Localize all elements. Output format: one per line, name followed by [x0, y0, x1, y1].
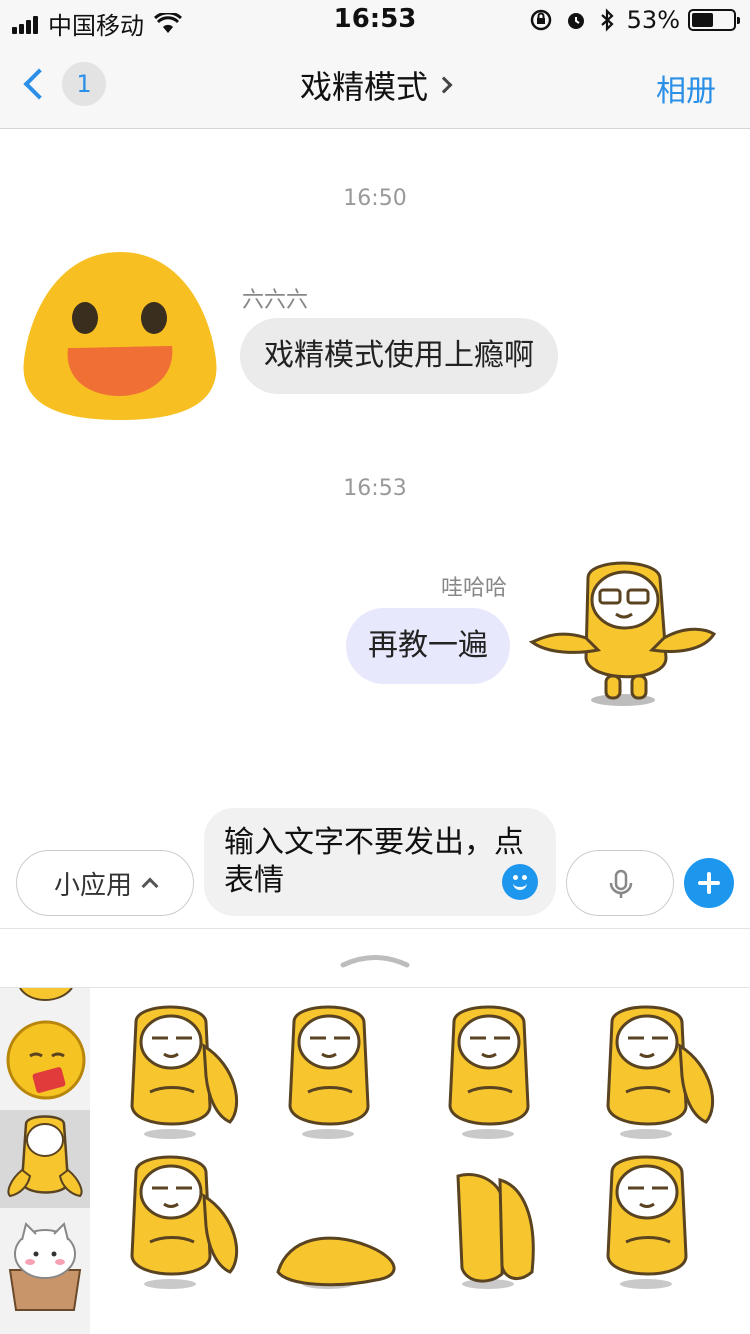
- sender-name: 哇哈哈: [440, 576, 507, 601]
- timestamp: 16:50: [343, 186, 407, 211]
- avatar-smiley[interactable]: [20, 250, 220, 422]
- sticker-tab-partial[interactable]: [0, 1318, 90, 1334]
- sticker-item[interactable]: [100, 996, 250, 1146]
- sticker-item[interactable]: [100, 1146, 250, 1296]
- sticker-item[interactable]: [576, 996, 726, 1146]
- voice-button[interactable]: [566, 850, 674, 916]
- mini-apps-label: 小应用: [53, 870, 132, 901]
- divider: [0, 987, 750, 988]
- timestamp: 16:53: [343, 476, 407, 501]
- bluetooth-icon: [600, 8, 614, 32]
- battery-percent: 53%: [626, 6, 680, 34]
- smile-icon[interactable]: [502, 864, 538, 900]
- message-bubble[interactable]: 再教一遍: [346, 608, 510, 684]
- sticker-tab-coin[interactable]: [0, 1012, 90, 1108]
- album-button[interactable]: 相册: [656, 66, 716, 110]
- sticker-item[interactable]: [576, 1146, 726, 1296]
- orientation-lock-icon: [530, 9, 551, 31]
- status-bar: 中国移动 16:53 53%: [0, 0, 750, 40]
- divider: [0, 928, 750, 929]
- message-input[interactable]: 输入文字不要发出，点表情: [204, 808, 556, 916]
- sender-name: 六六六: [242, 288, 309, 313]
- message-bubble[interactable]: 戏精模式使用上瘾啊: [240, 318, 558, 394]
- sticker-tab-banana[interactable]: [0, 1110, 90, 1208]
- alarm-icon: [567, 13, 584, 29]
- plus-icon[interactable]: [684, 858, 734, 908]
- mini-apps-button[interactable]: 小应用: [16, 850, 194, 916]
- sticker-tab-partial[interactable]: [0, 988, 90, 1010]
- microphone-icon: [609, 869, 633, 898]
- sticker-item[interactable]: [418, 996, 568, 1146]
- sticker-item[interactable]: [258, 996, 408, 1146]
- sticker-item[interactable]: [418, 1146, 568, 1296]
- nav-bar: 1 戏精模式 相册: [0, 40, 750, 129]
- chat-title-text: 戏精模式: [299, 68, 428, 106]
- expand-handle-icon[interactable]: [340, 952, 410, 968]
- sticker-tab-cat[interactable]: [0, 1210, 90, 1316]
- battery-icon: [688, 9, 740, 31]
- chat-title[interactable]: 戏精模式: [0, 62, 750, 108]
- sticker-item[interactable]: [258, 1146, 408, 1296]
- avatar-banana-character[interactable]: [528, 558, 718, 708]
- chevron-up-icon: [141, 877, 159, 895]
- chevron-right-icon: [435, 76, 453, 94]
- sticker-category-tabs: [0, 988, 90, 1334]
